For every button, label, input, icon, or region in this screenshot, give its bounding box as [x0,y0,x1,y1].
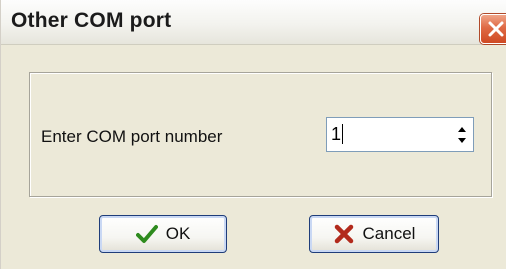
port-groupbox: Enter COM port number 1 [29,72,492,197]
port-number-label: Enter COM port number [41,127,223,146]
x-mark-icon [334,224,353,244]
checkmark-icon [135,225,158,243]
title-bar[interactable]: Other COM port [1,0,506,45]
cancel-button-label: Cancel [362,224,416,243]
close-icon [488,21,504,37]
port-number-stepper[interactable]: 1 [326,117,474,152]
dialog-window: Other COM port Enter COM port number 1 O… [0,0,506,269]
cancel-button[interactable]: Cancel [309,215,439,253]
ok-button-label: OK [165,224,191,243]
close-button[interactable] [480,14,506,44]
ok-button[interactable]: OK [99,215,227,253]
triangle-up-icon[interactable] [455,123,469,135]
port-number-input[interactable]: 1 [331,124,344,144]
window-title: Other COM port [11,9,172,32]
triangle-down-icon[interactable] [455,135,469,147]
